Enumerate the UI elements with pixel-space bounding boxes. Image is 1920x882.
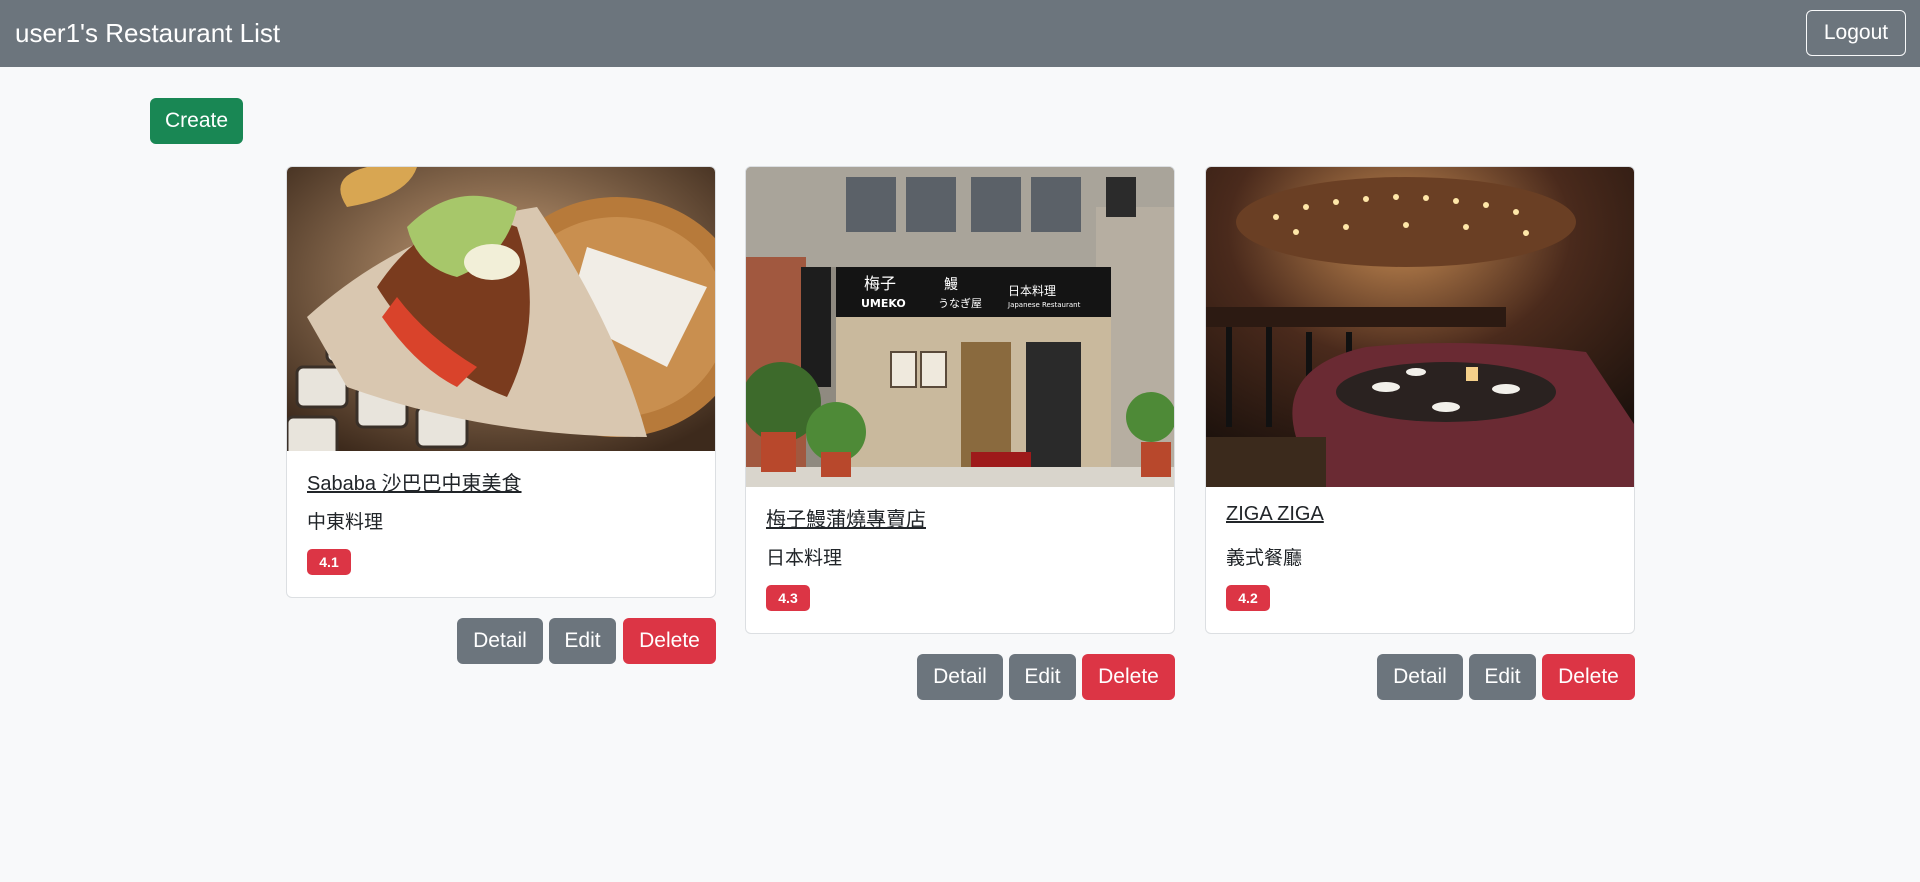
sign-subtitle: UMEKO bbox=[861, 297, 906, 310]
sign-right: 日本料理 bbox=[1008, 284, 1056, 298]
delete-button[interactable]: Delete bbox=[1542, 654, 1635, 700]
restaurant-image[interactable] bbox=[287, 167, 715, 451]
edit-button[interactable]: Edit bbox=[549, 618, 616, 664]
restaurant-photo-interior bbox=[1206, 167, 1634, 487]
create-button[interactable]: Create bbox=[150, 98, 243, 144]
rating-badge: 4.3 bbox=[766, 585, 810, 611]
sign-title: 梅子 bbox=[864, 274, 896, 293]
navbar: user1's Restaurant List Logout bbox=[0, 0, 1920, 67]
restaurant-category: 日本料理 bbox=[766, 548, 843, 569]
sign-eel: 鰻 bbox=[944, 277, 958, 293]
sign-right-sub: Japanese Restaurant bbox=[1007, 301, 1081, 309]
restaurant-image[interactable]: 梅子 UMEKO 鰻 うなぎ屋 日本料理 Japanese Restaurant bbox=[746, 167, 1174, 487]
detail-button[interactable]: Detail bbox=[1377, 654, 1463, 700]
rating-badge: 4.2 bbox=[1226, 585, 1270, 611]
delete-button[interactable]: Delete bbox=[1082, 654, 1175, 700]
restaurant-category: 義式餐廳 bbox=[1226, 548, 1303, 569]
sign-kana: うなぎ屋 bbox=[938, 296, 982, 310]
card-body: ZIGA ZIGA 義式餐廳 4.2 bbox=[1206, 487, 1634, 633]
restaurant-card: ZIGA ZIGA 義式餐廳 4.2 bbox=[1205, 166, 1635, 634]
page-title: user1's Restaurant List bbox=[15, 18, 281, 48]
restaurant-category: 中東料理 bbox=[307, 512, 384, 533]
restaurant-name-link[interactable]: Sababa 沙巴巴中東美食 bbox=[307, 467, 522, 496]
restaurant-name-link[interactable]: ZIGA ZIGA bbox=[1226, 503, 1324, 526]
edit-button[interactable]: Edit bbox=[1469, 654, 1536, 700]
restaurant-name-link[interactable]: 梅子鰻蒲燒專賣店 bbox=[766, 503, 926, 532]
delete-button[interactable]: Delete bbox=[623, 618, 716, 664]
restaurant-photo-pita bbox=[287, 167, 715, 451]
restaurant-card: Sababa 沙巴巴中東美食 中東料理 4.1 bbox=[286, 166, 716, 598]
rating-badge: 4.1 bbox=[307, 549, 351, 575]
restaurant-image[interactable] bbox=[1206, 167, 1634, 487]
restaurant-card: 梅子 UMEKO 鰻 うなぎ屋 日本料理 Japanese Restaurant bbox=[745, 166, 1175, 634]
detail-button[interactable]: Detail bbox=[917, 654, 1003, 700]
card-body: Sababa 沙巴巴中東美食 中東料理 4.1 bbox=[287, 451, 715, 597]
detail-button[interactable]: Detail bbox=[457, 618, 543, 664]
logout-button[interactable]: Logout bbox=[1806, 10, 1906, 56]
restaurant-photo-storefront: 梅子 UMEKO 鰻 うなぎ屋 日本料理 Japanese Restaurant bbox=[746, 167, 1174, 487]
edit-button[interactable]: Edit bbox=[1009, 654, 1076, 700]
card-body: 梅子鰻蒲燒專賣店 日本料理 4.3 bbox=[746, 487, 1174, 633]
